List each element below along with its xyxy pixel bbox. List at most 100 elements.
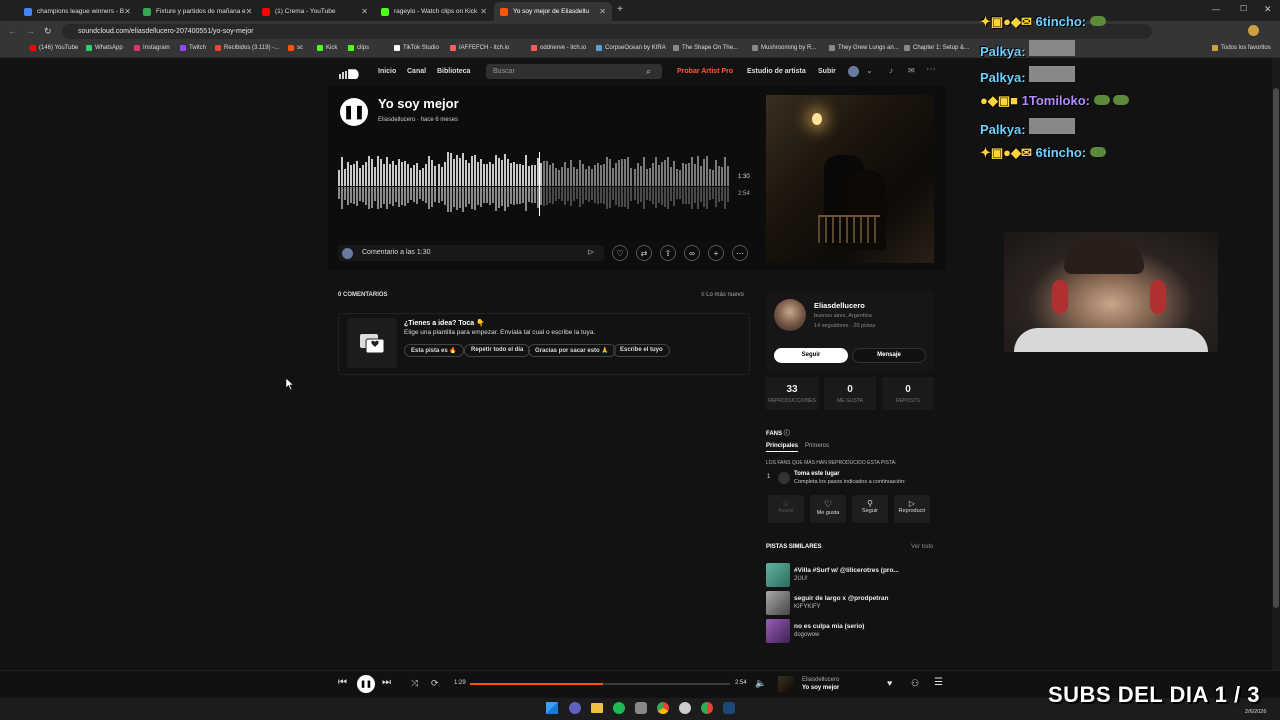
share-button[interactable]: ⇪ xyxy=(660,245,676,261)
close-icon[interactable]: ✕ xyxy=(124,7,131,16)
heart-icon[interactable]: ♥ xyxy=(887,678,892,688)
close-icon[interactable]: ✕ xyxy=(361,7,368,16)
steam-icon[interactable] xyxy=(723,702,735,714)
reload-icon[interactable]: ↻ xyxy=(44,26,52,37)
new-tab-button[interactable]: + xyxy=(617,4,623,15)
fan-avatar-step[interactable]: ☺ Avatar xyxy=(768,495,804,523)
artist-avatar[interactable] xyxy=(774,299,806,331)
folder-icon[interactable] xyxy=(591,703,603,713)
tab-3[interactable]: (1) Crema - YouTube ✕ xyxy=(256,2,374,21)
tab-4[interactable]: rageylo - Watch clips on Kick ✕ xyxy=(375,2,493,21)
view-all-link[interactable]: Ver todo xyxy=(911,544,933,550)
copy-link-button[interactable]: ∞ xyxy=(684,245,700,261)
upload-link[interactable]: Subir xyxy=(818,68,836,75)
more-icon[interactable]: ⋯ xyxy=(926,64,936,75)
send-icon[interactable]: ⊳ xyxy=(587,247,595,258)
minimize-button[interactable]: — xyxy=(1212,5,1220,14)
bookmark-item[interactable]: Recibidos (3.119) -... xyxy=(215,45,279,51)
back-icon[interactable]: ← xyxy=(8,26,17,36)
nav-canal[interactable]: Canal xyxy=(407,68,426,75)
player-pause-button[interactable]: ❚❚ xyxy=(357,675,375,693)
info-icon[interactable]: ⓘ xyxy=(784,431,790,437)
maximize-button[interactable]: ☐ xyxy=(1240,4,1247,13)
spotify-icon[interactable] xyxy=(613,702,625,714)
bookmark-item[interactable]: (146) YouTube xyxy=(30,45,78,51)
cover-art[interactable] xyxy=(766,95,934,263)
tab-5[interactable]: Yo soy mejor de Eliasdellu ✕ xyxy=(494,2,612,21)
chevron-down-icon[interactable]: ⌄ xyxy=(866,66,873,75)
waveform[interactable] xyxy=(338,150,730,220)
bookmark-item[interactable]: Instagram xyxy=(134,45,170,51)
pause-button[interactable]: ❚❚ xyxy=(340,98,368,126)
close-window-button[interactable]: ✕ xyxy=(1264,4,1272,15)
profile-avatar[interactable] xyxy=(1248,25,1259,36)
fan-like-step[interactable]: ♡ Me gusta xyxy=(810,495,846,523)
sort-dropdown[interactable]: ≡ Lo más nuevo xyxy=(701,292,744,298)
search-input[interactable]: Buscar xyxy=(486,64,662,79)
bookmark-item[interactable]: Kick xyxy=(317,45,337,51)
bookmark-item[interactable]: WhatsApp xyxy=(86,45,123,51)
tab-primeros[interactable]: Primeros xyxy=(805,443,829,449)
bookmark-item[interactable]: IAFFEFCH - itch.io xyxy=(450,45,509,51)
similar-track[interactable]: seguir de largo x @prodpetran KIFYKIFY xyxy=(766,591,934,615)
similar-track[interactable]: no es culpa mia (serio) dogowow xyxy=(766,619,934,643)
volume-icon[interactable]: 🔈 xyxy=(755,678,766,689)
app-icon[interactable] xyxy=(569,702,581,714)
template-chip[interactable]: Esta pista es 🔥 xyxy=(404,344,464,357)
close-icon[interactable]: ✕ xyxy=(480,7,487,16)
artist-studio-link[interactable]: Estudio de artista xyxy=(747,68,806,75)
app-icon[interactable] xyxy=(635,702,647,714)
follow-button[interactable]: Seguir xyxy=(774,348,848,363)
chrome-icon[interactable] xyxy=(657,702,669,714)
bookmark-item[interactable]: CorpseOcean by KIRA xyxy=(596,45,666,51)
bookmark-item[interactable]: They Grew Lungs an... xyxy=(829,45,899,51)
fan-follow-step[interactable]: ⚲ Seguir xyxy=(852,495,888,523)
chrome-icon[interactable] xyxy=(701,702,713,714)
try-pro-link[interactable]: Probar Artist Pro xyxy=(677,68,733,75)
app-icon[interactable] xyxy=(679,702,691,714)
bookmark-item[interactable]: Twitch xyxy=(180,45,206,51)
template-chip[interactable]: Gracias por sacar esto 🙏 xyxy=(528,344,616,357)
shuffle-icon[interactable]: ⤨ xyxy=(411,678,418,689)
repeat-icon[interactable]: ⟳ xyxy=(431,678,439,689)
bookmark-item[interactable]: oddnerve - itch.io xyxy=(531,45,586,51)
artist-name[interactable]: Eliasdellucero xyxy=(814,301,865,310)
bookmark-item[interactable]: The Shape On The... xyxy=(673,45,738,51)
bookmark-item[interactable]: Mushrooming by R... xyxy=(752,45,816,51)
player-title[interactable]: Yo soy mejor xyxy=(802,685,839,691)
forward-icon[interactable]: → xyxy=(26,26,35,36)
mail-icon[interactable]: ✉ xyxy=(908,66,915,75)
search-icon[interactable]: ⌕ xyxy=(646,66,651,77)
follow-user-icon[interactable]: ⚇ xyxy=(911,678,919,689)
windows-start-icon[interactable] xyxy=(546,702,558,714)
comment-input[interactable]: Comentario a las 1:30 xyxy=(338,245,604,261)
soundcloud-logo-icon[interactable] xyxy=(338,66,362,80)
similar-track[interactable]: #Villa #Surf w/ @lilicerotres (pro... 2UU… xyxy=(766,563,934,587)
bell-icon[interactable]: ♪ xyxy=(889,66,893,75)
artist-link[interactable]: Eliasdellucero xyxy=(378,117,415,123)
tab-principales[interactable]: Principales xyxy=(766,443,799,452)
player-cover-thumbnail[interactable] xyxy=(778,676,794,692)
add-to-playlist-button[interactable]: + xyxy=(708,245,724,261)
previous-button[interactable]: ⏮ xyxy=(338,677,347,688)
nav-inicio[interactable]: Inicio xyxy=(378,68,396,75)
fan-play-step[interactable]: ▷ Reproducir xyxy=(894,495,930,523)
all-bookmarks[interactable]: Todos los favoritos xyxy=(1212,45,1271,51)
template-chip[interactable]: Escribe el tuyo xyxy=(613,344,670,357)
close-icon[interactable]: ✕ xyxy=(246,7,253,16)
bookmark-item[interactable]: Chapter 1: Setup &... xyxy=(904,45,969,51)
bookmark-item[interactable]: TikTok Studio xyxy=(394,45,439,51)
more-button[interactable]: ⋯ xyxy=(732,245,748,261)
user-avatar[interactable] xyxy=(848,66,859,77)
template-chip[interactable]: Repetir todo el día xyxy=(464,344,531,357)
next-button[interactable]: ⏭ xyxy=(382,677,391,688)
repost-button[interactable]: ⇄ xyxy=(636,245,652,261)
player-artist[interactable]: Eliasdellucero xyxy=(802,677,839,683)
like-button[interactable]: ♡ xyxy=(612,245,628,261)
message-button[interactable]: Mensaje xyxy=(852,348,926,363)
bookmark-item[interactable]: clips xyxy=(348,45,369,51)
bookmark-item[interactable]: sc xyxy=(288,45,303,51)
nav-biblioteca[interactable]: Biblioteca xyxy=(437,68,470,75)
tab-2[interactable]: Fixture y partidos de mañana e ✕ xyxy=(137,2,255,21)
queue-icon[interactable]: ☰ xyxy=(934,677,943,688)
